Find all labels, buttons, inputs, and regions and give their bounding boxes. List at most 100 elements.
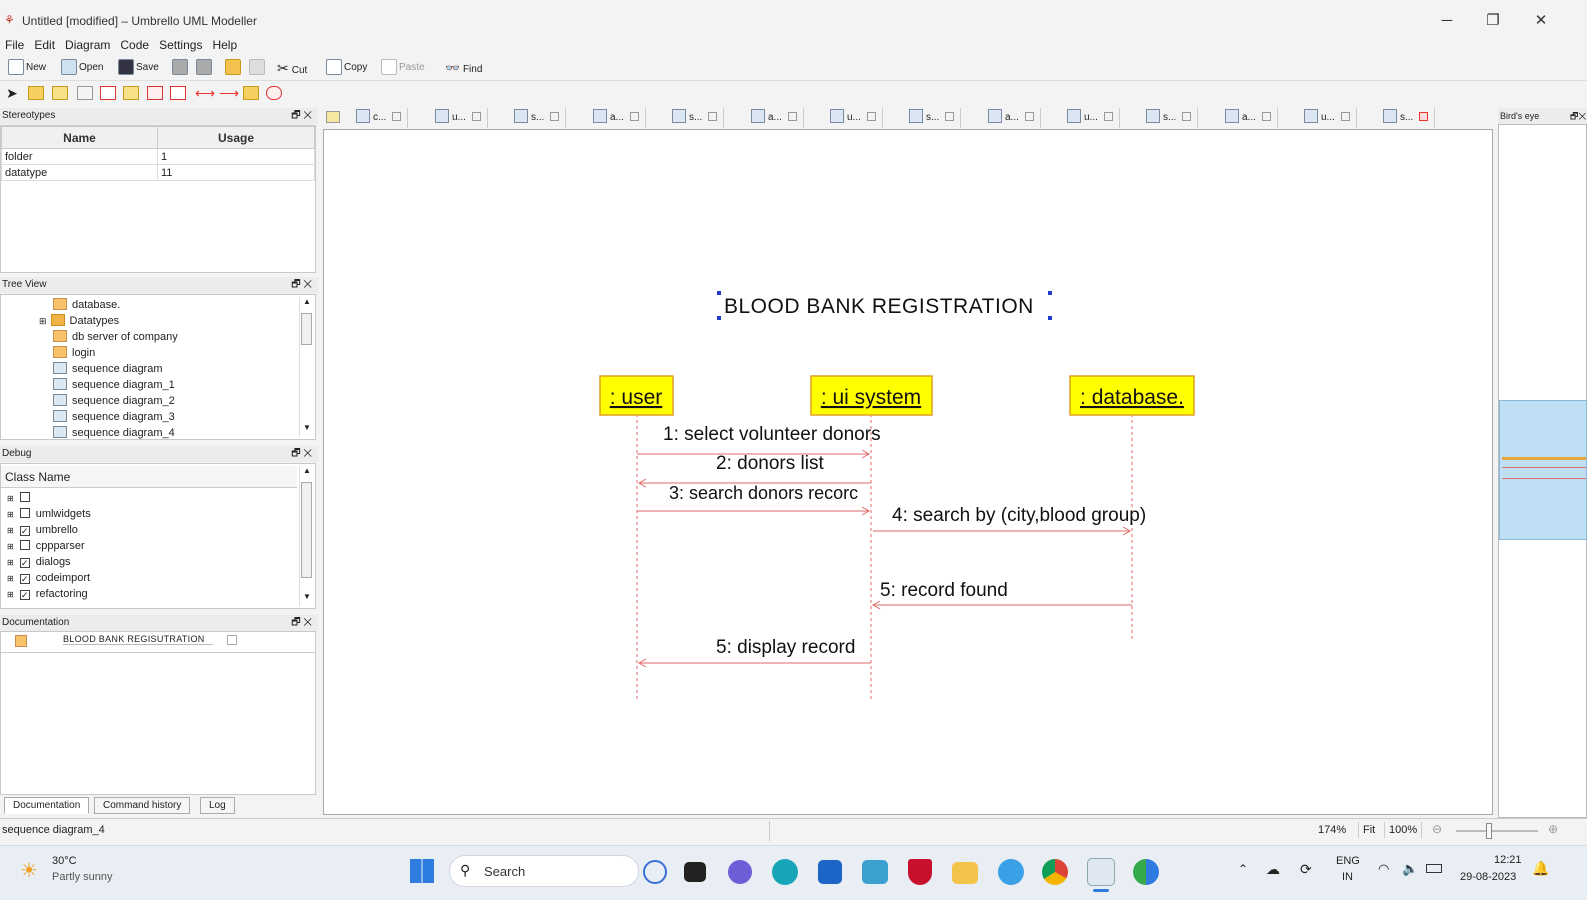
object-icon[interactable] xyxy=(243,86,259,100)
debug-item[interactable]: ⊞ xyxy=(7,490,36,506)
selection-handle[interactable] xyxy=(1048,291,1052,295)
stereotypes-header-name[interactable]: Name xyxy=(1,126,158,149)
diagram-tab[interactable]: s... xyxy=(905,108,962,128)
tree-item[interactable]: ⊞ Datatypes xyxy=(39,313,119,329)
weather-icon[interactable]: ☀ xyxy=(20,858,38,883)
open-button[interactable]: Open xyxy=(61,58,103,78)
new-button[interactable]: New xyxy=(8,58,46,78)
tab-close-icon[interactable] xyxy=(708,112,718,121)
task-view-icon[interactable] xyxy=(684,862,706,882)
select-arrow-icon[interactable]: ➤ xyxy=(6,86,22,100)
copy-button[interactable]: Copy xyxy=(326,58,367,78)
scroll-down-icon[interactable]: ▼ xyxy=(300,423,314,437)
dock-float-close-icon[interactable]: 🗗 ✕ xyxy=(291,615,312,631)
message-2[interactable]: 2: donors list xyxy=(637,453,871,488)
paint-icon[interactable] xyxy=(998,859,1024,885)
mysql-icon[interactable] xyxy=(862,860,888,884)
expand-icon[interactable]: ⊞ xyxy=(7,590,14,599)
scroll-up-icon[interactable]: ▲ xyxy=(300,297,314,311)
umbrello-taskbar-icon[interactable] xyxy=(1133,859,1159,885)
diagram-title-group[interactable]: BLOOD BANK REGISTRATION xyxy=(717,291,1052,320)
lifeline-label[interactable]: : ui system xyxy=(821,386,921,409)
diagram-tab[interactable]: c... xyxy=(352,108,409,128)
debug-item[interactable]: ⊞ cppparser xyxy=(7,538,85,554)
diagram-tab[interactable]: u... xyxy=(826,108,883,128)
diagram-tab[interactable]: a... xyxy=(984,108,1041,128)
menu-file[interactable]: File xyxy=(0,35,29,55)
save-button[interactable]: Save xyxy=(118,58,159,78)
tab-command-history[interactable]: Command history xyxy=(94,797,191,814)
diagram-tab[interactable]: a... xyxy=(747,108,804,128)
text-icon[interactable] xyxy=(123,86,139,100)
diagram-tab[interactable]: u... xyxy=(1300,108,1357,128)
message-4[interactable]: 4: search by (city,blood group) xyxy=(873,505,1146,536)
weather-temp[interactable]: 30°C xyxy=(52,855,77,867)
tree-item[interactable]: database. xyxy=(53,297,120,313)
diagram-tab[interactable]: a... xyxy=(589,108,646,128)
diagram-tab[interactable]: a... xyxy=(1221,108,1278,128)
minimize-button[interactable]: ─ xyxy=(1427,8,1467,34)
tab-close-icon[interactable] xyxy=(550,112,560,121)
diagram-title[interactable]: BLOOD BANK REGISTRATION xyxy=(724,295,1034,318)
message-label[interactable]: 5: record found xyxy=(880,580,1008,601)
zoom-in-icon[interactable]: ⊕ xyxy=(1548,822,1558,836)
tab-log[interactable]: Log xyxy=(200,797,235,814)
selection-handle[interactable] xyxy=(717,316,721,320)
expand-icon[interactable]: ⊞ xyxy=(7,558,14,567)
tab-close-icon[interactable] xyxy=(629,112,639,121)
print-preview-button[interactable] xyxy=(196,58,214,78)
zoom-slider-handle[interactable] xyxy=(1486,823,1492,839)
message-label[interactable]: 1: select volunteer donors xyxy=(663,424,881,445)
teams-chat-icon[interactable] xyxy=(728,860,752,884)
debug-item[interactable]: ⊞ ✓ umbrello xyxy=(7,522,78,538)
diagram-tab[interactable]: s... xyxy=(510,108,567,128)
active-window-icon[interactable] xyxy=(1087,858,1115,886)
tree-item[interactable]: sequence diagram_2 xyxy=(53,393,175,409)
redo-button[interactable] xyxy=(249,58,267,78)
windows-start-icon[interactable] xyxy=(410,859,434,883)
diagram-tab[interactable]: u... xyxy=(431,108,488,128)
onedrive-icon[interactable]: ☁ xyxy=(1266,861,1280,878)
expand-icon[interactable]: ⊞ xyxy=(7,542,14,551)
dock-float-close-icon[interactable]: 🗗 ✕ xyxy=(291,108,312,124)
checkbox-checked[interactable]: ✓ xyxy=(19,558,30,568)
diagram-canvas[interactable]: BLOOD BANK REGISTRATION : user : ui syst… xyxy=(323,129,1493,815)
tab-documentation[interactable]: Documentation xyxy=(4,797,90,814)
clock-time[interactable]: 12:21 xyxy=(1494,854,1522,866)
chrome-icon[interactable] xyxy=(1042,859,1068,885)
debug-header[interactable]: Class Name xyxy=(1,466,297,488)
scroll-thumb[interactable] xyxy=(301,313,312,345)
table-row[interactable]: folder 1 xyxy=(1,148,315,165)
birds-eye-view[interactable] xyxy=(1498,124,1587,818)
selection-handle[interactable] xyxy=(1048,316,1052,320)
zoom-100-button[interactable]: 100% xyxy=(1384,822,1423,838)
tab-close-icon[interactable] xyxy=(866,112,876,121)
checkbox-checked[interactable]: ✓ xyxy=(19,526,30,536)
note-icon[interactable] xyxy=(52,86,68,100)
message-5[interactable]: 5: record found xyxy=(871,580,1132,610)
checkbox[interactable] xyxy=(19,540,30,550)
tree-scrollbar[interactable]: ▲ ▼ xyxy=(299,297,313,437)
birds-eye-viewport[interactable] xyxy=(1499,400,1587,540)
tab-close-icon[interactable] xyxy=(945,112,955,121)
debug-item[interactable]: ⊞ ✓ dialogs xyxy=(7,554,71,570)
zoom-out-icon[interactable]: ⊖ xyxy=(1432,822,1442,836)
tree-item[interactable]: login xyxy=(53,345,95,361)
scroll-down-icon[interactable]: ▼ xyxy=(300,592,314,606)
table-row[interactable]: datatype 11 xyxy=(1,164,315,181)
checkbox[interactable] xyxy=(19,492,30,502)
diagram-tab[interactable]: u... xyxy=(1063,108,1120,128)
box-icon[interactable] xyxy=(100,86,116,100)
tab-close-icon[interactable] xyxy=(1261,112,1271,121)
documentation-entry[interactable]: BLOOD BANK REGISUTRATION xyxy=(63,634,213,645)
store-icon[interactable] xyxy=(818,860,842,884)
expand-icon[interactable]: ⊞ xyxy=(7,526,14,535)
tree-item[interactable]: sequence diagram_4 xyxy=(53,425,175,439)
anchor-icon[interactable] xyxy=(77,86,93,100)
zoom-fit-button[interactable]: Fit xyxy=(1358,822,1379,838)
maximize-button[interactable]: ❐ xyxy=(1473,8,1513,34)
edge-icon[interactable] xyxy=(772,859,798,885)
sequence-diagram[interactable]: BLOOD BANK REGISTRATION : user : ui syst… xyxy=(324,130,1492,814)
menu-help[interactable]: Help xyxy=(207,35,242,55)
tab-close-icon[interactable] xyxy=(1103,112,1113,121)
